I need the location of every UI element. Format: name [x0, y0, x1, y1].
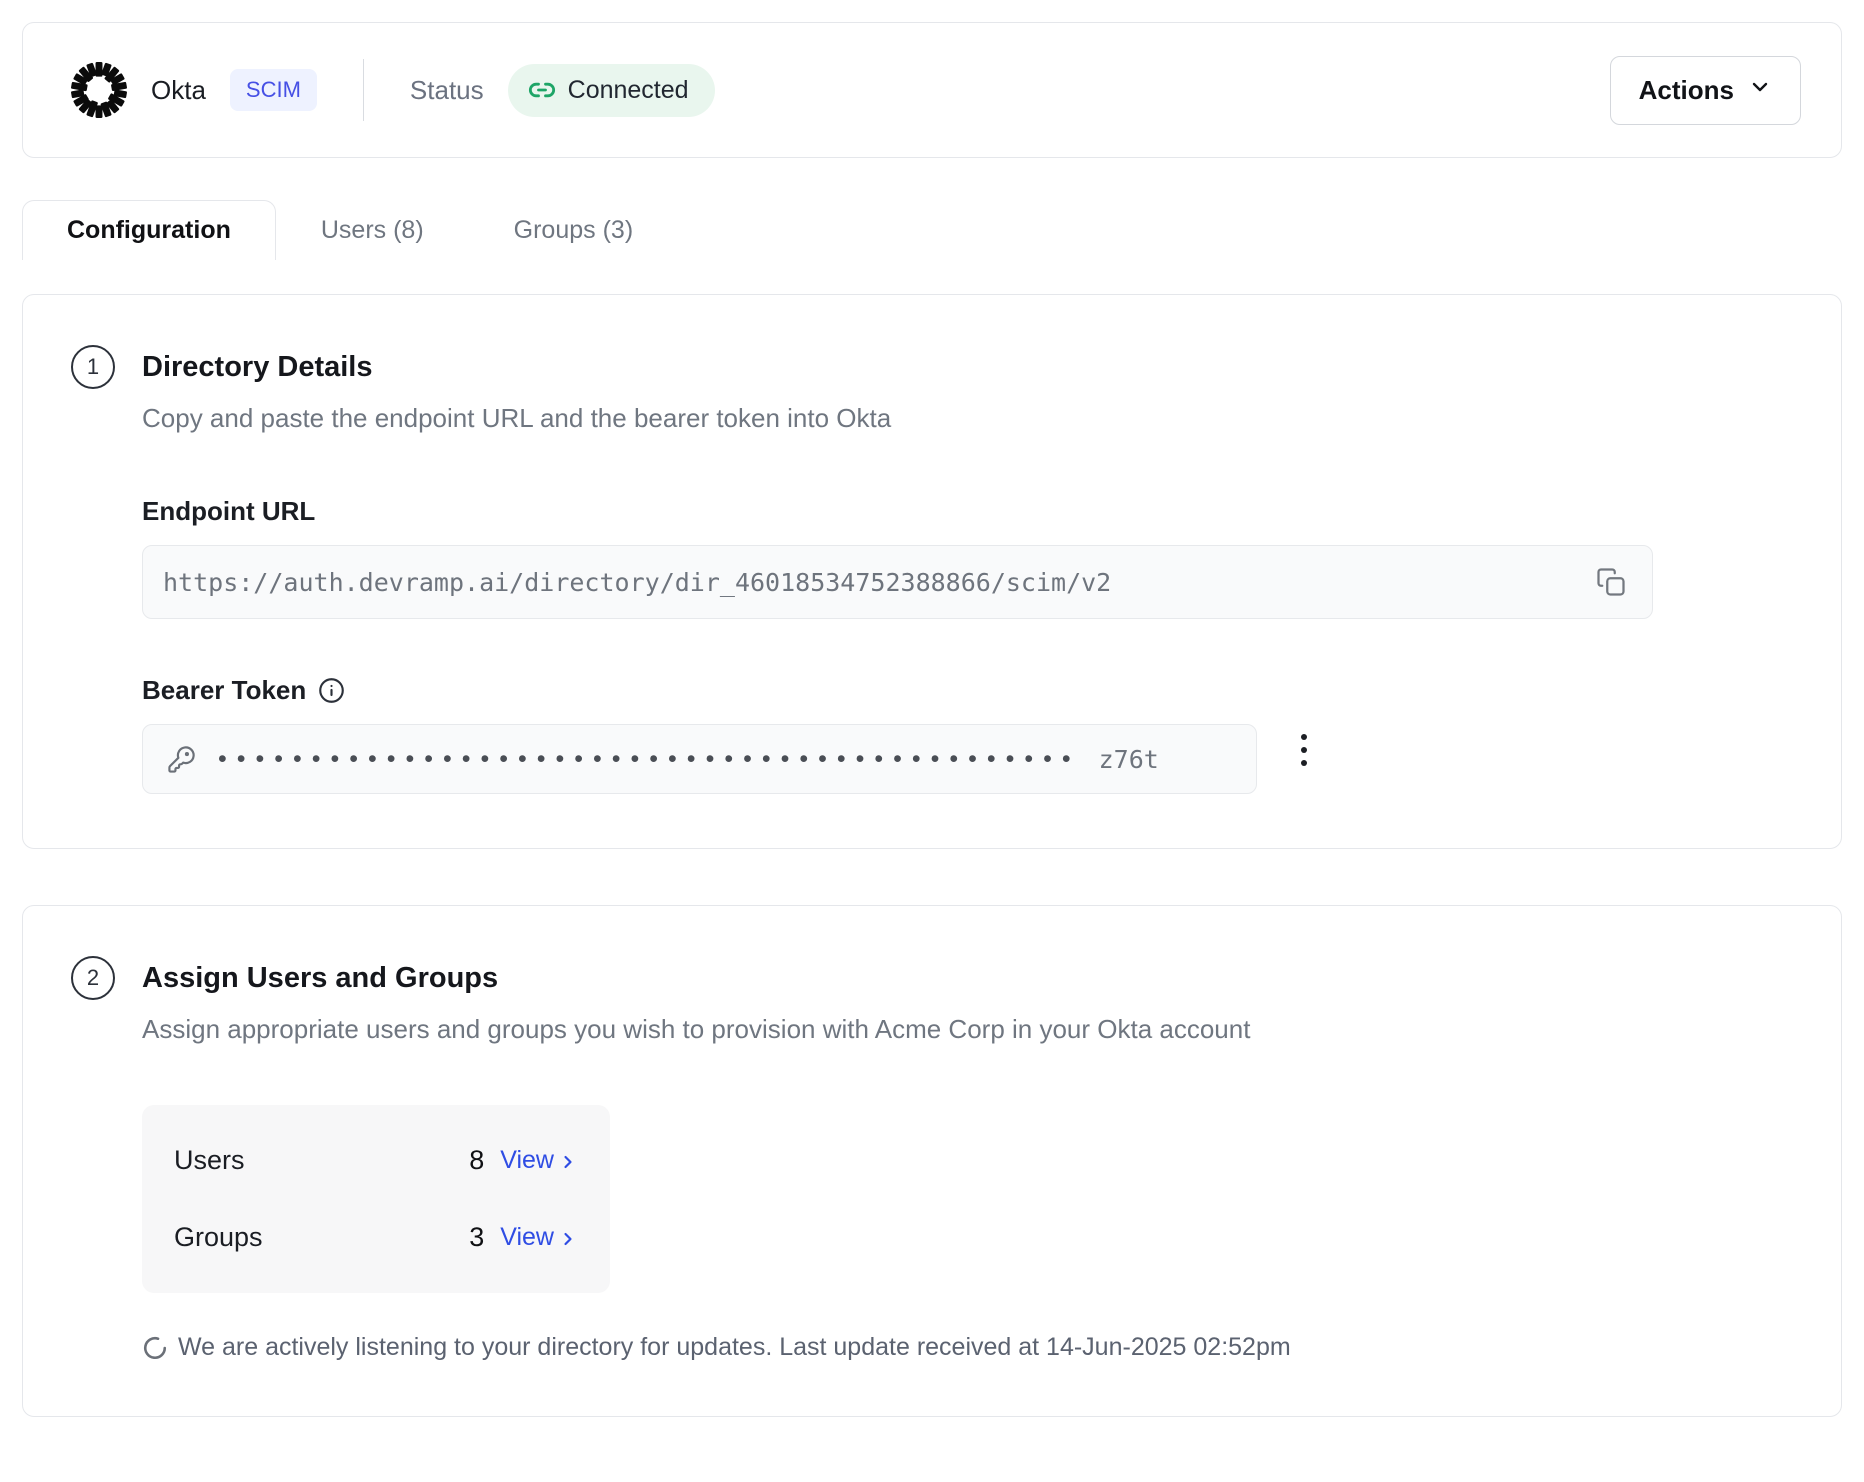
scim-directory-page: Okta SCIM Status Connected Actions — [0, 0, 1864, 1447]
header-divider — [363, 59, 364, 121]
users-row-label: Users — [174, 1145, 245, 1176]
bearer-token-suffix: z76t — [1099, 745, 1159, 774]
directory-details-head: 1 Directory Details Copy and paste the e… — [71, 343, 1793, 434]
assign-users-groups-card: 2 Assign Users and Groups Assign appropr… — [22, 905, 1842, 1417]
status-value: Connected — [568, 76, 689, 105]
bearer-token-label-row: Bearer Token — [142, 675, 1793, 706]
status-badge: Connected — [508, 64, 715, 117]
bearer-token-field: ••••••••••••••••••••••••••••••••••••••••… — [142, 724, 1257, 794]
directory-details-title: Directory Details — [142, 343, 891, 391]
copy-endpoint-url-button[interactable] — [1588, 559, 1634, 605]
tab-bar: Configuration Users (8) Groups (3) — [22, 200, 1842, 260]
tab-groups[interactable]: Groups (3) — [469, 200, 678, 260]
endpoint-url-label: Endpoint URL — [142, 496, 1793, 527]
chevron-down-icon — [1748, 75, 1772, 106]
tab-configuration[interactable]: Configuration — [22, 200, 276, 260]
spinner-icon — [142, 1335, 168, 1361]
assign-section-head: 2 Assign Users and Groups Assign appropr… — [71, 954, 1793, 1045]
actions-button[interactable]: Actions — [1610, 56, 1801, 125]
users-summary-row: Users 8 View — [174, 1145, 578, 1176]
status-group: Status Connected — [410, 64, 715, 117]
view-users-link[interactable]: View — [500, 1146, 578, 1175]
listening-status-row: We are actively listening to your direct… — [142, 1333, 1793, 1362]
actions-button-label: Actions — [1639, 75, 1734, 106]
key-icon — [167, 745, 196, 774]
info-icon[interactable] — [318, 677, 345, 704]
kebab-menu-icon — [1301, 734, 1307, 740]
groups-row-label: Groups — [174, 1222, 263, 1253]
assign-section-title: Assign Users and Groups — [142, 954, 1250, 1002]
chevron-right-icon — [558, 1227, 578, 1249]
okta-logo — [67, 58, 131, 122]
brand-group: Okta SCIM — [67, 58, 317, 122]
link-icon — [528, 76, 556, 104]
groups-summary-row: Groups 3 View — [174, 1222, 578, 1253]
directory-header: Okta SCIM Status Connected Actions — [22, 22, 1842, 158]
bearer-token-masked-value: ••••••••••••••••••••••••••••••••••••••••… — [218, 747, 1081, 772]
chevron-right-icon — [558, 1150, 578, 1172]
listening-status-message: We are actively listening to your direct… — [178, 1333, 1291, 1362]
protocol-badge: SCIM — [230, 69, 317, 111]
users-count: 8 — [460, 1145, 484, 1176]
assignment-summary-box: Users 8 View Groups 3 — [142, 1105, 610, 1293]
copy-icon — [1596, 567, 1626, 597]
bearer-token-label: Bearer Token — [142, 675, 306, 706]
view-groups-link[interactable]: View — [500, 1223, 578, 1252]
groups-count: 3 — [460, 1222, 484, 1253]
endpoint-url-field: https://auth.devramp.ai/directory/dir_46… — [142, 545, 1653, 619]
assign-section-body: Users 8 View Groups 3 — [142, 1105, 1793, 1362]
directory-details-body: Endpoint URL https://auth.devramp.ai/dir… — [142, 496, 1793, 794]
step-2-badge: 2 — [71, 956, 115, 1000]
status-label: Status — [410, 75, 484, 106]
view-users-label: View — [500, 1146, 554, 1175]
bearer-token-menu-button[interactable] — [1291, 724, 1317, 776]
directory-details-card: 1 Directory Details Copy and paste the e… — [22, 294, 1842, 849]
bearer-token-row: ••••••••••••••••••••••••••••••••••••••••… — [142, 706, 1793, 794]
directory-details-subtitle: Copy and paste the endpoint URL and the … — [142, 403, 891, 434]
step-1-badge: 1 — [71, 345, 115, 389]
view-groups-label: View — [500, 1223, 554, 1252]
directory-provider-name: Okta — [151, 75, 206, 106]
endpoint-url-value: https://auth.devramp.ai/directory/dir_46… — [163, 568, 1588, 597]
tab-users[interactable]: Users (8) — [276, 200, 469, 260]
assign-section-subtitle: Assign appropriate users and groups you … — [142, 1014, 1250, 1045]
